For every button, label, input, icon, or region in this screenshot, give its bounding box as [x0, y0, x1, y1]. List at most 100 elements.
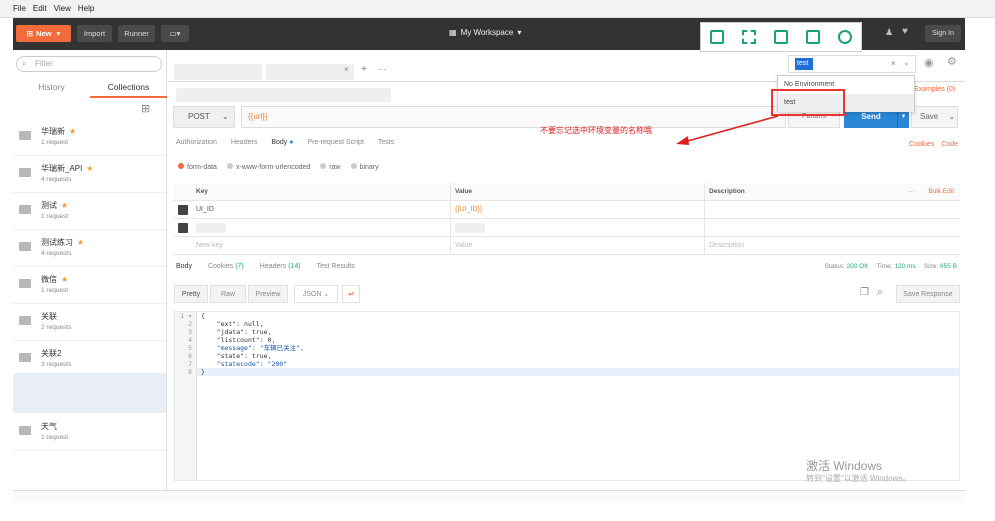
collection-item[interactable]: 华瑞新_API ★ 4 requests [13, 157, 166, 193]
method-select[interactable]: POST ⌄ [173, 106, 235, 128]
tab-history[interactable]: History [13, 78, 90, 98]
plus-icon: ⊞ [26, 29, 34, 38]
checkbox[interactable] [178, 204, 188, 215]
new-collection-icon[interactable]: ⊞ [141, 102, 150, 115]
collection-item[interactable]: 关联 2 requests [13, 305, 166, 341]
bulk-edit-link[interactable]: Bulk Edit [928, 183, 954, 201]
code-link[interactable]: Code [941, 141, 958, 148]
tab-collections[interactable]: Collections [90, 78, 167, 98]
heart-icon[interactable]: ♥ [902, 26, 908, 37]
environment-select[interactable]: test × ⌄ [788, 55, 916, 73]
blurred-region [13, 373, 166, 413]
copy-icon[interactable]: ❐ [860, 287, 869, 298]
tab-pre-request-script[interactable]: Pre-request Script [307, 139, 363, 146]
radio-form-data[interactable]: form-data [178, 163, 217, 171]
tab-body[interactable]: Body ● [271, 139, 293, 146]
wrap-icon[interactable]: ⇌ [342, 285, 360, 303]
sign-in-button[interactable]: Sign In [925, 25, 961, 42]
save-icon[interactable] [774, 30, 788, 44]
new-key-input[interactable]: New key [192, 242, 450, 249]
new-description-input[interactable]: Description [704, 237, 960, 254]
checkbox[interactable] [178, 222, 188, 233]
search-icon[interactable]: ⌕ [877, 286, 883, 299]
folder-icon [19, 205, 31, 214]
code-line: "ext": null, [201, 320, 264, 328]
cookies-link[interactable]: Cookies [909, 141, 934, 148]
close-tab-icon[interactable]: × [344, 65, 349, 74]
menu-view[interactable]: View [54, 4, 71, 13]
import-button[interactable]: Import [77, 25, 112, 42]
more-icon[interactable]: ··· [908, 183, 915, 201]
description-input[interactable] [704, 201, 960, 218]
key-input[interactable]: UI_ID [192, 206, 450, 213]
code-line: { [201, 312, 205, 320]
value-input[interactable]: {{UI_ID}} [450, 201, 704, 218]
description-input[interactable] [704, 219, 960, 236]
tab-headers[interactable]: Headers [231, 139, 257, 146]
collection-item[interactable]: 测试 ★ 1 request [13, 194, 166, 230]
save-label: Save [920, 112, 939, 121]
more-tabs-icon[interactable]: ··· [378, 65, 386, 74]
chevron-down-icon: ⌄ [903, 58, 910, 67]
blurred-tab[interactable] [174, 64, 262, 80]
save-button[interactable]: Save ⌄ [911, 106, 958, 128]
grid-icon: ▦ [449, 28, 457, 37]
eye-icon[interactable]: ◉ [924, 56, 934, 69]
save-response-button[interactable]: Save Response [896, 285, 960, 303]
code-line: "listcount": 0, [201, 336, 276, 344]
phone-icon[interactable] [710, 30, 724, 44]
radio-urlencoded[interactable]: x-www-form-urlencoded [226, 163, 310, 171]
raw-button[interactable]: Raw [210, 285, 246, 303]
radio-raw[interactable]: raw [320, 163, 341, 171]
new-value-input[interactable]: Value [450, 237, 704, 254]
windows-watermark-subtitle: 转到"设置"以激活 Windows。 [806, 474, 911, 483]
preview-button[interactable]: Preview [248, 285, 288, 303]
collection-item[interactable]: 测试练习 ★ 4 requests [13, 231, 166, 267]
window-icon: ▭▾ [169, 29, 181, 38]
expand-icon[interactable] [742, 30, 756, 44]
gear-icon[interactable] [838, 30, 852, 44]
blurred-tab[interactable] [266, 64, 354, 80]
star-icon[interactable]: ★ [77, 238, 84, 247]
examples-link[interactable]: Examples (0) [914, 86, 955, 93]
collection-item[interactable]: 天气 1 request [13, 415, 166, 451]
tab-authorization[interactable]: Authorization [176, 139, 217, 146]
response-body-viewer[interactable]: 1 ▾ 2 3 4 5 6 7 8 { "ext": null, "jdata": true,… [174, 311, 960, 481]
format-select[interactable]: JSON ⌄ [294, 285, 338, 303]
menu-file[interactable]: File [13, 4, 26, 13]
add-tab-icon[interactable]: + [361, 64, 367, 75]
tab-response-cookies[interactable]: Cookies (7) [208, 263, 244, 270]
tab-response-body[interactable]: Body [176, 263, 192, 270]
collection-name: 测试 [41, 201, 57, 210]
tab-test-results[interactable]: Test Results [317, 263, 355, 270]
tab-tests[interactable]: Tests [378, 139, 394, 146]
new-button[interactable]: ⊞ New ▾ [16, 25, 71, 42]
annotation-text: 不要忘记选中环境变量的名称哦 [540, 126, 652, 135]
star-icon[interactable]: ★ [86, 164, 93, 173]
gear-icon[interactable]: ⚙ [947, 55, 957, 68]
table-row: UI_ID {{UI_ID}} [174, 201, 960, 219]
star-icon[interactable]: ★ [61, 275, 68, 284]
collection-name: 微信 [41, 275, 57, 284]
star-icon[interactable]: ★ [61, 201, 68, 210]
pretty-button[interactable]: Pretty [174, 285, 208, 303]
collection-item[interactable]: 微信 ★ 1 request [13, 268, 166, 304]
size-label: Size: [923, 263, 939, 270]
workspace-switcher[interactable]: ▦ My Workspace ▾ [449, 28, 521, 37]
collection-item[interactable]: 华瑞新 ★ 1 request [13, 120, 166, 156]
tab-response-headers[interactable]: Headers (14) [260, 263, 301, 270]
key-input[interactable] [192, 222, 450, 233]
bell-icon[interactable]: ♟ [885, 27, 893, 38]
menu-edit[interactable]: Edit [33, 4, 47, 13]
new-window-button[interactable]: ▭▾ [161, 25, 189, 42]
clear-icon[interactable]: × [891, 59, 896, 68]
filter-input[interactable]: ⌕ Filter [16, 56, 162, 72]
value-input[interactable] [450, 219, 704, 236]
share-icon[interactable] [806, 30, 820, 44]
radio-binary[interactable]: binary [350, 163, 379, 171]
menu-help[interactable]: Help [78, 4, 94, 13]
collection-count: 4 requests [41, 250, 72, 257]
runner-button[interactable]: Runner [118, 25, 155, 42]
code-line: "message": "车辆已关注", [201, 344, 304, 352]
star-icon[interactable]: ★ [69, 127, 76, 136]
